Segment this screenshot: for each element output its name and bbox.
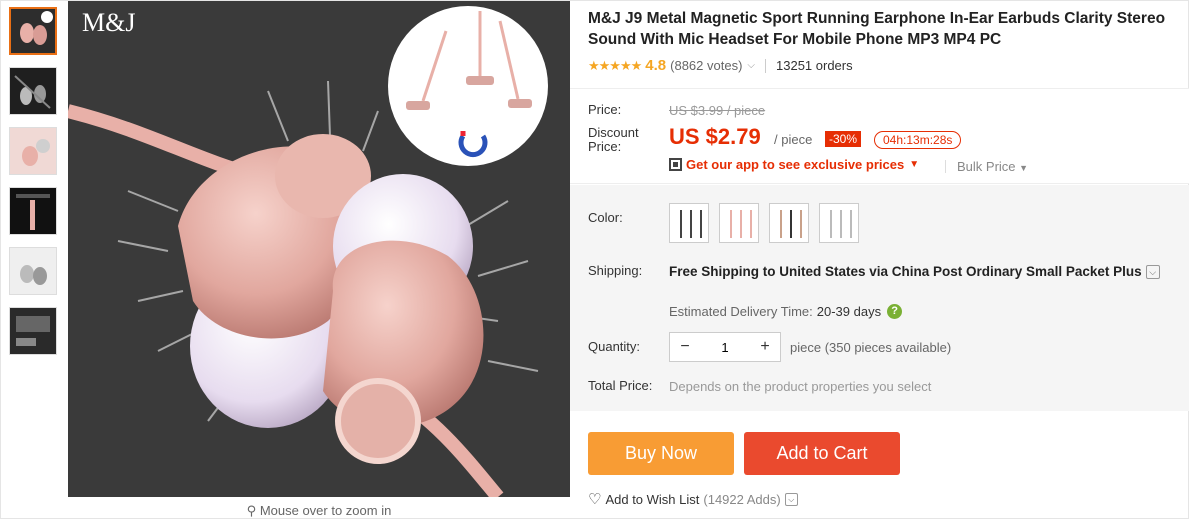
discount-badge: -30% (825, 131, 862, 147)
options-block: Color: Shipping: Free Shipping to United… (570, 185, 1189, 411)
swatch-wire (740, 210, 742, 238)
qr-code-icon (669, 158, 682, 171)
chevron-down-icon[interactable]: ⌵ (784, 492, 798, 506)
earbuds-thumb-image (11, 9, 55, 53)
bulk-price-text: Bulk Price (957, 159, 1016, 174)
color-swatch-silver[interactable] (819, 203, 859, 243)
heart-plus-icon: ♡ (588, 491, 602, 508)
search-icon: ⚲ (246, 503, 257, 518)
thumbnail-5[interactable] (9, 247, 57, 295)
total-price-label: Total Price: (588, 378, 653, 393)
main-product-image[interactable]: M&J (68, 1, 570, 497)
product-page: M&J ⚲ Mouse over to zoom in M&J J9 Metal… (0, 0, 1189, 519)
earbuds-thumb-image (10, 248, 56, 294)
help-icon[interactable]: ? (887, 304, 903, 319)
app-promo-link[interactable]: Get our app to see exclusive prices ▼ (669, 157, 919, 172)
price-unit: / piece (774, 132, 813, 147)
product-info-panel: M&J J9 Metal Magnetic Sport Running Earp… (570, 1, 1189, 519)
swatch-wire (790, 210, 792, 238)
earbuds-thumb-image (10, 188, 56, 234)
divider (765, 58, 766, 73)
add-to-cart-button[interactable]: Add to Cart (744, 432, 900, 475)
quantity-stepper: − + (669, 332, 781, 362)
plus-icon[interactable]: + (750, 333, 780, 361)
thumbnail-4[interactable] (9, 187, 57, 235)
shipping-method[interactable]: Free Shipping to United States via China… (669, 263, 1179, 280)
swatch-wire (780, 210, 782, 238)
swatch-wire (830, 210, 832, 238)
thumbnail-2[interactable] (9, 67, 57, 115)
swatch-wire (700, 210, 702, 238)
swatch-wire (690, 210, 692, 238)
caret-down-icon: ▼ (1019, 163, 1029, 173)
minus-icon[interactable]: − (670, 333, 700, 361)
star-rating-icon: ★★★★★ (588, 57, 642, 73)
est-label: Estimated Delivery Time: (669, 304, 813, 319)
delivery-estimate: Estimated Delivery Time: 20-39 days ? (669, 304, 903, 319)
quantity-label: Quantity: (588, 339, 641, 354)
current-price: US $2.79 (669, 124, 761, 149)
caret-down-icon: ▼ (909, 159, 920, 170)
swatch-wire (750, 210, 752, 238)
swatch-wire (680, 210, 682, 238)
wishlist-label: Add to Wish List (605, 491, 700, 507)
countdown-timer: 04h:13m:28s (874, 131, 962, 149)
votes-link[interactable]: (8862 votes) (670, 58, 742, 73)
color-swatches (669, 203, 859, 243)
thumbnail-3[interactable] (9, 127, 57, 175)
shipping-text: Free Shipping to United States via China… (669, 264, 1142, 279)
product-title: M&J J9 Metal Magnetic Sport Running Earp… (588, 10, 1166, 48)
rating-value: 4.8 (645, 57, 667, 74)
thumbnail-strip (9, 7, 59, 367)
color-swatch-black[interactable] (669, 203, 709, 243)
brand-logo: M&J (82, 8, 135, 37)
earbuds-thumb-image (10, 128, 56, 174)
swatch-wire (840, 210, 842, 238)
quantity-input[interactable] (700, 333, 750, 361)
rating-row: ★★★★★ 4.8 (8862 votes) ⌵ 13251 orders (588, 57, 853, 74)
earbuds-thumb-image (10, 68, 56, 114)
chevron-down-icon[interactable]: ⌵ (747, 60, 755, 71)
bulk-price-link[interactable]: Bulk Price ▼ (957, 159, 1028, 174)
swatch-wire (730, 210, 732, 238)
color-swatch-gold-black[interactable] (769, 203, 809, 243)
zoom-hint: ⚲ Mouse over to zoom in (68, 503, 570, 519)
shipping-label: Shipping: (588, 263, 643, 278)
quantity-available: piece (350 pieces available) (790, 340, 952, 355)
buy-now-button[interactable]: Buy Now (588, 432, 734, 475)
chevron-down-icon[interactable]: ⌵ (1145, 265, 1160, 280)
divider (945, 160, 946, 173)
discount-price-label: Discount Price: (588, 125, 639, 154)
thumbnail-1[interactable] (9, 7, 57, 55)
price-label: Price: (588, 102, 622, 117)
swatch-wire (850, 210, 852, 238)
original-price: US $3.99 / piece (669, 103, 766, 118)
add-to-wishlist[interactable]: ♡ Add to Wish List (14922 Adds) ⌵ (588, 490, 798, 508)
swatch-wire (800, 210, 802, 238)
earbuds-photo: M&J (68, 1, 570, 497)
wishlist-count: (14922 Adds) (703, 491, 781, 507)
earbuds-thumb-image (10, 308, 56, 354)
price-block: Price: US $3.99 / piece Discount Price: … (570, 88, 1189, 184)
est-value: 20-39 days (816, 304, 882, 319)
total-price-note: Depends on the product properties you se… (669, 379, 932, 394)
color-swatch-rose-gold[interactable] (719, 203, 759, 243)
thumbnail-6[interactable] (9, 307, 57, 355)
zoom-hint-text: Mouse over to zoom in (259, 503, 392, 518)
color-label: Color: (588, 210, 623, 225)
app-promo-text: Get our app to see exclusive prices (686, 157, 905, 172)
orders-count: 13251 orders (776, 58, 853, 73)
